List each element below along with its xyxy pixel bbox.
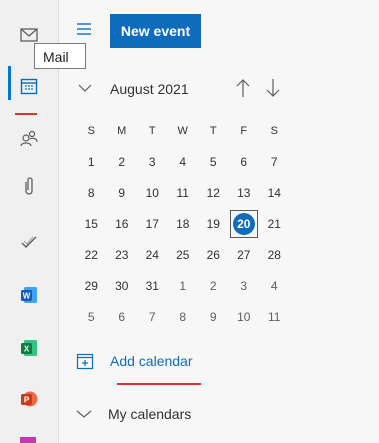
excel-icon: X: [21, 340, 37, 356]
day-cell[interactable]: 19: [198, 217, 229, 231]
day-cell[interactable]: 4: [168, 155, 199, 169]
weekday-label: S: [270, 124, 278, 137]
new-event-button[interactable]: New event: [110, 14, 201, 48]
day-cell[interactable]: 23: [107, 248, 138, 262]
day-cell[interactable]: 22: [76, 248, 107, 262]
word-icon: W: [21, 287, 37, 303]
week-row: 8 9 10 11 12 13 14: [76, 177, 292, 208]
selected-day-outline: 20: [229, 209, 258, 238]
svg-text:W: W: [23, 292, 31, 301]
add-calendar-icon: [76, 353, 94, 370]
people-icon: [20, 130, 38, 147]
day-cell[interactable]: 16: [107, 217, 138, 231]
day-cell[interactable]: 8: [76, 186, 107, 200]
day-cell[interactable]: 26: [198, 248, 229, 262]
week-row: 22 23 24 25 26 27 28: [76, 239, 292, 270]
selected-day-badge: 20: [232, 212, 255, 235]
day-cell[interactable]: 3: [137, 155, 168, 169]
powerpoint-app-button[interactable]: P: [0, 377, 58, 421]
annotation-underline: [15, 113, 37, 115]
week-row: 5 6 7 8 9 10 11: [76, 301, 292, 332]
weekday-label: M: [117, 124, 127, 137]
day-cell-next-month[interactable]: 8: [168, 310, 199, 324]
weekday-label: S: [87, 124, 95, 137]
calendar-icon: [20, 78, 38, 95]
chevron-down-icon: [76, 410, 92, 418]
week-row: 29 30 31 1 2 3 4: [76, 270, 292, 301]
word-app-button[interactable]: W: [0, 273, 58, 317]
weekday-label: F: [240, 124, 248, 137]
day-cell[interactable]: 27: [229, 248, 260, 262]
day-cell-next-month[interactable]: 11: [259, 310, 290, 324]
mail-icon: [20, 28, 38, 42]
day-cell[interactable]: 25: [168, 248, 199, 262]
weekday-label: T: [209, 124, 217, 137]
weekday-header-row: S M T W T F S: [76, 115, 292, 146]
my-calendars-label: My calendars: [108, 406, 192, 422]
day-cell-next-month[interactable]: 1: [168, 279, 199, 293]
day-cell[interactable]: 9: [107, 186, 138, 200]
day-cell-next-month[interactable]: 7: [137, 310, 168, 324]
excel-app-button[interactable]: X: [0, 326, 58, 370]
svg-text:X: X: [24, 345, 30, 354]
day-cell-next-month[interactable]: 9: [198, 310, 229, 324]
day-cell-next-month[interactable]: 5: [76, 310, 107, 324]
day-cell[interactable]: 24: [137, 248, 168, 262]
day-cell[interactable]: 31: [137, 279, 168, 293]
month-label[interactable]: August 2021: [110, 81, 189, 97]
hamburger-menu-icon[interactable]: [76, 22, 92, 36]
annotation-underline: [117, 383, 201, 385]
month-header: August 2021: [76, 74, 296, 104]
day-cell[interactable]: 6: [229, 155, 260, 169]
day-cell-next-month[interactable]: 4: [259, 279, 290, 293]
day-cell[interactable]: 14: [259, 186, 290, 200]
day-cell-next-month[interactable]: 2: [198, 279, 229, 293]
day-cell[interactable]: 21: [259, 217, 290, 231]
day-cell[interactable]: 7: [259, 155, 290, 169]
people-app-button[interactable]: [0, 116, 58, 160]
todo-check-icon: [21, 236, 37, 248]
week-row: 15 16 17 18 19 20 21: [76, 208, 292, 239]
day-cell-next-month[interactable]: 3: [229, 279, 260, 293]
day-cell[interactable]: 12: [198, 186, 229, 200]
day-cell[interactable]: 29: [76, 279, 107, 293]
day-cell[interactable]: 15: [76, 217, 107, 231]
day-cell[interactable]: 10: [137, 186, 168, 200]
day-cell[interactable]: 5: [198, 155, 229, 169]
weekday-label: T: [148, 124, 156, 137]
add-calendar-link[interactable]: Add calendar: [76, 352, 193, 370]
mini-calendar: S M T W T F S 1 2 3 4 5 6 7 8 9 10 11 12…: [76, 115, 292, 332]
paperclip-icon: [25, 177, 33, 195]
week-row: 1 2 3 4 5 6 7: [76, 146, 292, 177]
svg-text:P: P: [24, 396, 30, 405]
files-app-button[interactable]: [0, 164, 58, 208]
todo-app-button[interactable]: [0, 220, 58, 264]
calendar-app-button[interactable]: [0, 64, 58, 108]
add-calendar-label: Add calendar: [110, 353, 193, 369]
previous-month-arrow-icon[interactable]: [236, 78, 250, 98]
mail-tooltip: Mail: [34, 43, 86, 69]
day-cell[interactable]: 1: [76, 155, 107, 169]
powerpoint-icon: P: [21, 391, 38, 407]
day-cell-next-month[interactable]: 10: [229, 310, 260, 324]
day-cell[interactable]: 17: [137, 217, 168, 231]
weekday-label: W: [177, 124, 188, 137]
day-cell[interactable]: 11: [168, 186, 199, 200]
chevron-down-icon[interactable]: [78, 83, 92, 93]
day-cell[interactable]: 13: [229, 186, 260, 200]
day-cell[interactable]: 2: [107, 155, 138, 169]
next-month-arrow-icon[interactable]: [266, 78, 280, 98]
selected-day-cell[interactable]: 20: [229, 209, 260, 238]
my-calendars-group[interactable]: My calendars: [76, 406, 191, 422]
day-cell[interactable]: 30: [107, 279, 138, 293]
app-icon-partial[interactable]: [20, 437, 36, 443]
day-cell-next-month[interactable]: 6: [107, 310, 138, 324]
day-cell[interactable]: 28: [259, 248, 290, 262]
day-cell[interactable]: 18: [168, 217, 199, 231]
